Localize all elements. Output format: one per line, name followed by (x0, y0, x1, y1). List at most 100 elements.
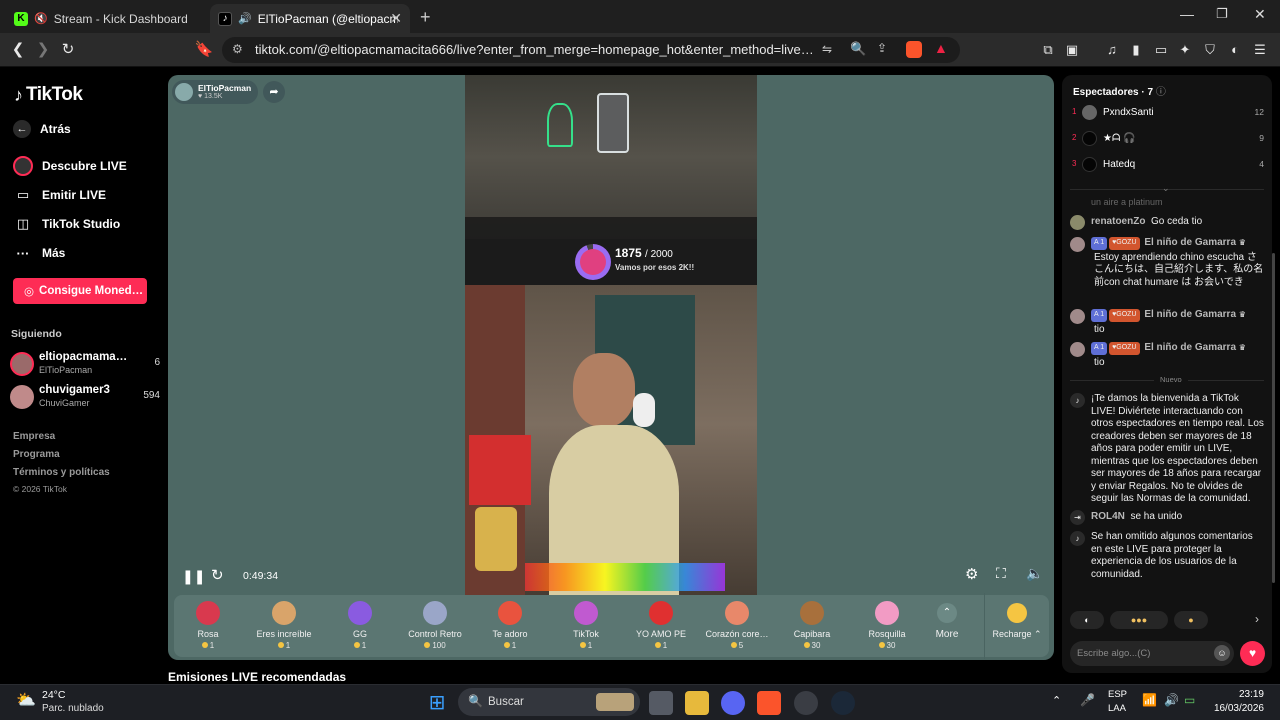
chat-username[interactable]: El niño de Gamarra (1144, 237, 1236, 248)
maximize-button[interactable]: ❐ (1216, 6, 1228, 22)
recharge-button[interactable]: Recharge ⌃ (989, 599, 1045, 640)
reload-icon[interactable]: ↻ (58, 40, 78, 60)
gift-item[interactable]: Control Retro 100 (398, 599, 472, 650)
sidebar-toggle-icon[interactable]: ▮ (1126, 40, 1146, 60)
keyboard-layout[interactable]: LAA (1108, 703, 1126, 714)
volume-icon[interactable]: 🔊 (1164, 693, 1179, 707)
minimize-button[interactable]: — (1180, 6, 1194, 22)
tiktok-logo[interactable]: ♪ TikTok (14, 84, 83, 106)
profile-icon[interactable]: ◐ (1225, 40, 1245, 60)
gift-item[interactable]: Capibara 30 (775, 599, 849, 650)
more-gifts-button[interactable]: ⌃ More (917, 599, 977, 640)
back-link[interactable]: ← Atrás (13, 120, 71, 138)
emoji-icon[interactable]: ☺ (1214, 645, 1230, 661)
extensions-icon[interactable]: ⧉ (1038, 40, 1058, 60)
clock-date[interactable]: 16/03/2026 (1206, 703, 1264, 714)
following-item[interactable]: eltiopacmama… ElTioPacman 6 (10, 350, 160, 378)
translate-icon[interactable]: ⇋ (822, 42, 832, 56)
file-explorer-icon[interactable] (685, 691, 709, 715)
brave-icon[interactable] (757, 691, 781, 715)
nav-go-live[interactable]: ▭ Emitir LIVE (13, 185, 106, 205)
finger-heart-icon (725, 601, 749, 625)
footer-link[interactable]: Términos y políticas (13, 467, 110, 478)
task-view-icon[interactable] (649, 691, 673, 715)
new-tab-button[interactable]: + (420, 7, 431, 28)
share-arrow-icon[interactable]: ➦ (263, 81, 285, 103)
following-item[interactable]: chuvigamer3 ChuviGamer 594 (10, 383, 160, 411)
emote-faces-icon[interactable]: ●●● (1110, 611, 1168, 629)
speaker-icon[interactable]: 🔊 (238, 12, 252, 25)
tab-kick-dashboard[interactable]: K 🔇 Stream - Kick Dashboard (6, 4, 206, 33)
gift-item[interactable]: YO AMO PE 1 (624, 599, 698, 650)
nav-discover-live[interactable]: Descubre LIVE (13, 156, 127, 176)
chat-username[interactable]: renatoenZo (1091, 216, 1145, 227)
viewer-row[interactable]: 3 Hatedq 4 (1072, 157, 1264, 175)
battery-icon[interactable]: ▭ (1184, 693, 1195, 707)
viewer-row[interactable]: 1 PxndxSanti 12 (1072, 105, 1264, 123)
music-icon[interactable]: ♫ (1102, 40, 1122, 60)
refresh-icon[interactable]: ↻ (211, 566, 224, 584)
taskbar-search[interactable]: 🔍 Buscar (458, 688, 640, 716)
brave-rewards-icon[interactable]: ▲ (934, 40, 948, 56)
discord-icon[interactable] (721, 691, 745, 715)
muted-speaker-icon[interactable]: 🔇 (34, 12, 48, 25)
reader-icon[interactable]: ▣ (1062, 40, 1082, 60)
chevron-up-icon[interactable]: ⌃ (1052, 694, 1061, 707)
gift-item[interactable]: GG 1 (323, 599, 397, 650)
footer-link[interactable]: Programa (13, 449, 60, 460)
gift-item[interactable]: Rosa 1 (171, 599, 245, 650)
volume-icon[interactable]: 🔈 (1026, 565, 1043, 582)
chat-username[interactable]: ROL4N (1091, 511, 1125, 522)
share-icon[interactable]: ⇪ (877, 41, 887, 55)
chat-input[interactable]: Escribe algo...(C) ☺ (1070, 641, 1234, 666)
close-window-button[interactable]: ✕ (1254, 6, 1266, 23)
clock-time[interactable]: 23:19 (1220, 689, 1264, 700)
emote-smile-icon[interactable]: ● (1174, 611, 1208, 629)
weather-icon[interactable]: ⛅ (16, 690, 36, 710)
info-icon[interactable]: ⓘ (1156, 87, 1166, 98)
like-heart-icon[interactable]: ♥ (1240, 641, 1265, 666)
host-info[interactable]: ElTioPacman ♥ 13.5K (172, 80, 258, 104)
fullscreen-icon[interactable]: ⛶ (996, 565, 1006, 582)
bookmark-icon[interactable]: 🔖 (194, 40, 214, 60)
tab-tiktok-live[interactable]: ♪ 🔊 ElTioPacman (@eltiopacmam… ✕ (210, 4, 410, 33)
nav-tiktok-studio[interactable]: ◫ TikTok Studio (13, 214, 120, 234)
get-coins-button[interactable]: ◎ Consigue Moned… (13, 278, 147, 304)
back-arrow-icon[interactable]: ❮ (8, 40, 28, 60)
chat-username[interactable]: El niño de Gamarra (1144, 309, 1236, 320)
search-icon: 🔍 (468, 694, 483, 708)
page-scrollbar[interactable] (1272, 253, 1275, 583)
brave-shield-icon[interactable] (906, 41, 922, 58)
windows-start-icon[interactable]: ⊞ (425, 691, 449, 715)
wifi-icon[interactable]: 📶 (1142, 693, 1157, 707)
leo-ai-icon[interactable]: ✦ (1175, 40, 1195, 60)
language-code[interactable]: ESP (1108, 689, 1127, 700)
zoom-icon[interactable]: 🔍 (850, 41, 866, 57)
steam-icon[interactable] (831, 691, 855, 715)
gift-item[interactable]: Corazón core… 5 (700, 599, 774, 650)
footer-link[interactable]: Empresa (13, 431, 55, 442)
pause-icon[interactable]: ❚❚ (182, 568, 205, 585)
close-tab-icon[interactable]: ✕ (390, 10, 402, 27)
gift-item[interactable]: Eres increíble 1 (247, 599, 321, 650)
wallet-icon[interactable]: ▭ (1151, 40, 1171, 60)
vpn-icon[interactable]: ⛉ (1200, 40, 1220, 60)
gift-item[interactable]: Rosquilla 30 (850, 599, 924, 650)
chat-username[interactable]: El niño de Gamarra (1144, 342, 1236, 353)
address-bar[interactable]: ⚙ tiktok.com/@eltiopacmamacita666/live?e… (222, 37, 960, 63)
gift-item[interactable]: TikTok 1 (549, 599, 623, 650)
nav-more[interactable]: ··· Más (13, 243, 66, 263)
settings-icon[interactable]: ⚙ (965, 565, 978, 583)
forward-arrow-icon[interactable]: ❯ (33, 40, 53, 60)
chevron-down-icon[interactable]: ⌄ (1162, 183, 1170, 194)
site-settings-icon[interactable]: ⚙ (232, 42, 243, 56)
microphone-icon[interactable]: 🎤 (1080, 693, 1095, 707)
obs-icon[interactable] (794, 691, 818, 715)
emote-octopus-icon[interactable]: ◐ (1070, 611, 1104, 629)
menu-icon[interactable]: ☰ (1250, 40, 1270, 60)
chevron-right-icon[interactable]: › (1255, 612, 1259, 626)
viewer-row[interactable]: 2 ★ᗩ 🎧 9 (1072, 131, 1264, 149)
game-hud (465, 217, 757, 239)
gift-item[interactable]: Te adoro 1 (473, 599, 547, 650)
live-video[interactable]: 1875 / 2000 Vamos por esos 2K!! (465, 75, 757, 595)
